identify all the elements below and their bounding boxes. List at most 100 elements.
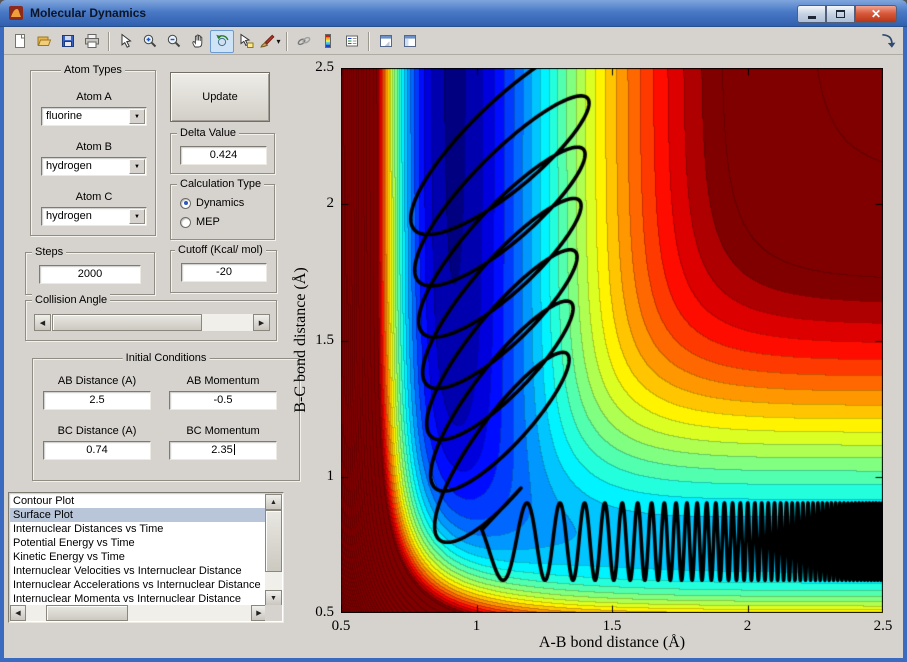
y-tick-label: 0.5 bbox=[315, 604, 334, 620]
radio-dynamics[interactable]: Dynamics bbox=[180, 197, 244, 209]
x-tick-label: 2.5 bbox=[873, 618, 893, 634]
steps-input[interactable]: 2000 bbox=[39, 265, 141, 284]
collision-angle-panel: Collision Angle ◀ ▶ bbox=[25, 294, 277, 341]
save-button[interactable] bbox=[56, 30, 80, 53]
cutoff-input[interactable]: -20 bbox=[181, 263, 267, 282]
y-axis-label: B-C bond distance (Å) bbox=[292, 267, 309, 413]
ab-distance-input[interactable]: 2.5 bbox=[43, 391, 151, 410]
list-item[interactable]: Internuclear Velocities vs Internuclear … bbox=[10, 564, 267, 578]
radio-button-icon[interactable] bbox=[180, 216, 191, 228]
atom-a-label: Atom A bbox=[76, 91, 112, 103]
atom-b-select[interactable]: hydrogen ▼ bbox=[41, 157, 147, 176]
show-plot-tools-button[interactable] bbox=[398, 30, 422, 53]
scroll-left-arrow-icon[interactable]: ◀ bbox=[10, 605, 26, 621]
zoom-in-button[interactable] bbox=[138, 30, 162, 53]
atom-c-value: hydrogen bbox=[46, 210, 92, 222]
hide-plot-tools-icon bbox=[380, 35, 392, 47]
toolbar-separator bbox=[368, 31, 370, 51]
dropdown-arrow-icon[interactable]: ▾ bbox=[276, 37, 280, 46]
brush-icon bbox=[260, 34, 275, 48]
close-button[interactable]: ✕ bbox=[855, 5, 897, 23]
rotate-3d-button[interactable] bbox=[210, 29, 234, 53]
radio-button-icon[interactable] bbox=[180, 197, 191, 209]
vscroll-thumb[interactable] bbox=[265, 510, 282, 572]
delta-value-legend: Delta Value bbox=[177, 127, 240, 140]
initial-conditions-legend: Initial Conditions bbox=[122, 352, 210, 365]
toolbar-separator bbox=[108, 31, 110, 51]
listbox-hscrollbar[interactable]: ◀ ▶ bbox=[10, 605, 267, 621]
data-cursor-button[interactable] bbox=[234, 30, 258, 53]
listbox-vscrollbar[interactable]: ▲ ▼ bbox=[265, 494, 282, 606]
dock-figure-icon[interactable] bbox=[879, 32, 897, 50]
x-axis-label: A-B bond distance (Å) bbox=[538, 634, 686, 651]
open-icon bbox=[37, 36, 52, 46]
update-button[interactable]: Update bbox=[170, 72, 270, 122]
plot-type-listbox[interactable]: Contour Plot Surface Plot Internuclear Dis… bbox=[8, 492, 284, 623]
delta-value-input[interactable]: 0.424 bbox=[180, 146, 267, 165]
scroll-up-arrow-icon[interactable]: ▲ bbox=[265, 494, 282, 510]
link-plot-button[interactable] bbox=[292, 30, 316, 53]
legend-button[interactable] bbox=[340, 30, 364, 53]
print-button[interactable] bbox=[80, 30, 104, 53]
minimize-button[interactable] bbox=[797, 5, 826, 23]
ab-distance-label: AB Distance (A) bbox=[57, 375, 137, 387]
calculation-type-panel: Calculation Type Dynamics MEP bbox=[170, 178, 275, 240]
open-button[interactable] bbox=[32, 30, 56, 53]
radio-label: Dynamics bbox=[196, 197, 245, 209]
window-controls: ✕ bbox=[797, 5, 897, 23]
calculation-type-legend: Calculation Type bbox=[177, 178, 265, 191]
brush-button[interactable]: ▾ bbox=[258, 30, 282, 53]
cutoff-legend: Cutoff (Kcal/ mol) bbox=[175, 244, 266, 257]
radio-mep[interactable]: MEP bbox=[180, 216, 220, 228]
atom-a-value: fluorine bbox=[46, 110, 83, 122]
bc-momentum-label: BC Momentum bbox=[186, 425, 260, 437]
chevron-down-icon[interactable]: ▼ bbox=[129, 109, 145, 124]
new-button[interactable] bbox=[8, 30, 32, 53]
atom-c-label: Atom C bbox=[75, 191, 113, 203]
list-item[interactable]: Internuclear Accelerations vs Internucle… bbox=[10, 578, 267, 592]
title-bar[interactable]: Molecular Dynamics ✕ bbox=[0, 0, 907, 27]
y-tick-label: 1 bbox=[326, 467, 335, 484]
scroll-down-arrow-icon[interactable]: ▼ bbox=[265, 590, 282, 606]
atom-c-select[interactable]: hydrogen ▼ bbox=[41, 207, 147, 226]
atom-types-panel: Atom Types Atom A fluorine ▼ Atom B hydr… bbox=[30, 64, 156, 236]
bc-momentum-value: 2.35 bbox=[211, 444, 233, 456]
steps-legend: Steps bbox=[32, 246, 67, 259]
list-item[interactable]: Potential Energy vs Time bbox=[10, 536, 267, 550]
x-tick-label: 1 bbox=[472, 618, 481, 634]
ab-momentum-label: AB Momentum bbox=[186, 375, 260, 387]
list-item[interactable]: Internuclear Momenta vs Internuclear Dis… bbox=[10, 592, 267, 606]
collision-angle-slider[interactable]: ◀ ▶ bbox=[34, 314, 270, 331]
text-caret bbox=[233, 444, 235, 455]
slider-left-arrow-icon[interactable]: ◀ bbox=[34, 314, 51, 331]
pan-button[interactable] bbox=[186, 30, 210, 53]
zoom-in-icon bbox=[143, 34, 157, 48]
colorbar-button[interactable] bbox=[316, 30, 340, 53]
chevron-down-icon[interactable]: ▼ bbox=[129, 209, 145, 224]
edit-plot-button[interactable] bbox=[114, 30, 138, 53]
contour-plot-canvas[interactable] bbox=[341, 68, 883, 613]
list-item[interactable]: Internuclear Distances vs Time bbox=[10, 522, 267, 536]
minimize-icon bbox=[807, 16, 816, 19]
y-tick-label: 1.5 bbox=[315, 331, 334, 348]
bc-distance-input[interactable]: 0.74 bbox=[43, 441, 151, 460]
slider-thumb[interactable] bbox=[52, 314, 202, 331]
toolbar-separator bbox=[286, 31, 288, 51]
list-item[interactable]: Kinetic Energy vs Time bbox=[10, 550, 267, 564]
atom-a-select[interactable]: fluorine ▼ bbox=[41, 107, 147, 126]
ab-momentum-input[interactable]: -0.5 bbox=[169, 391, 277, 410]
list-item[interactable]: Contour Plot bbox=[10, 494, 267, 508]
slider-right-arrow-icon[interactable]: ▶ bbox=[253, 314, 270, 331]
scrollbar-corner bbox=[265, 605, 282, 621]
hscroll-thumb[interactable] bbox=[46, 605, 128, 621]
atom-b-value: hydrogen bbox=[46, 160, 92, 172]
edit-plot-icon bbox=[121, 33, 132, 48]
figure-window: Molecular Dynamics ✕ ▾ Atom Types Atom A… bbox=[0, 0, 907, 662]
zoom-out-button[interactable] bbox=[162, 30, 186, 53]
close-icon: ✕ bbox=[870, 7, 882, 21]
maximize-button[interactable] bbox=[826, 5, 855, 23]
hide-plot-tools-button[interactable] bbox=[374, 30, 398, 53]
chevron-down-icon[interactable]: ▼ bbox=[129, 159, 145, 174]
list-item[interactable]: Surface Plot bbox=[10, 508, 267, 522]
bc-momentum-input[interactable]: 2.35 bbox=[169, 441, 277, 460]
